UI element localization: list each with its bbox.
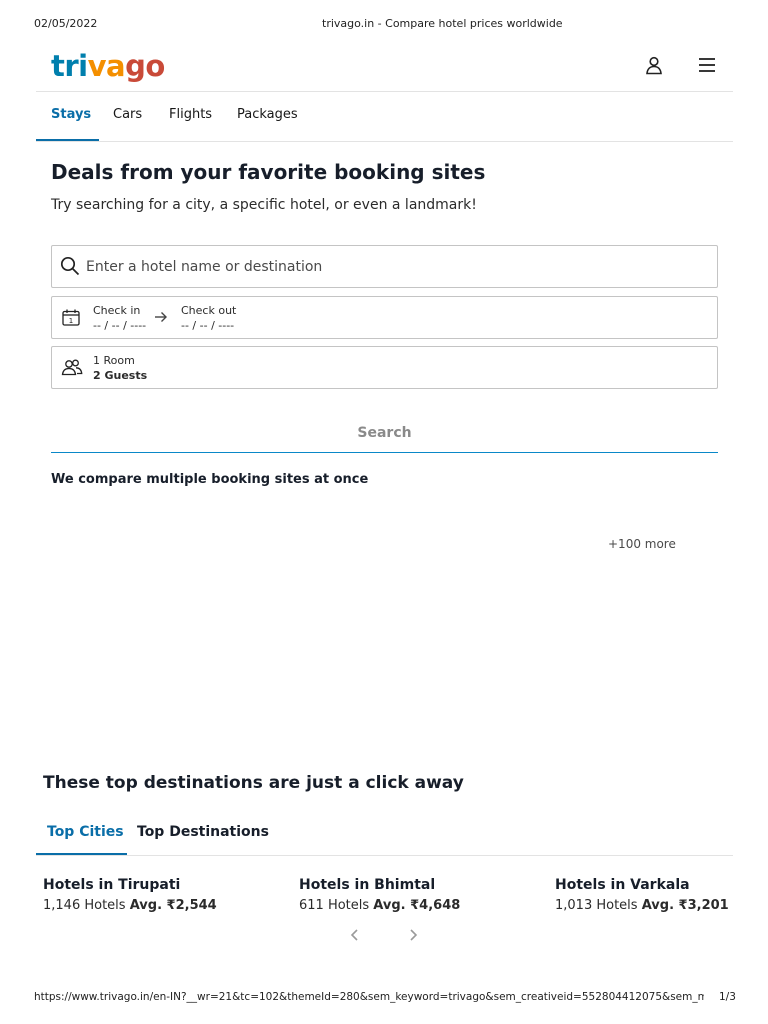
checkout-field[interactable]: Check out -- / -- / ---- bbox=[181, 304, 236, 332]
user-icon[interactable] bbox=[641, 52, 667, 78]
trivago-logo[interactable]: trivago bbox=[51, 48, 165, 84]
tab-flights[interactable]: Flights bbox=[169, 107, 212, 122]
guests-selector[interactable]: 1 Room 2 Guests bbox=[51, 346, 718, 389]
checkin-field[interactable]: Check in -- / -- / ---- bbox=[93, 304, 146, 332]
menu-icon[interactable] bbox=[694, 52, 720, 78]
tab-top-cities[interactable]: Top Cities bbox=[47, 824, 124, 840]
logo-part-va: va bbox=[87, 49, 126, 83]
more-sites-link[interactable]: +100 more bbox=[608, 537, 676, 551]
hotel-count: 1,146 Hotels bbox=[43, 898, 126, 913]
destination-card[interactable]: Hotels in Bhimtal 611 Hotels Avg. ₹4,648 bbox=[299, 877, 460, 913]
rooms-value: 1 Room bbox=[93, 354, 135, 367]
hotel-count: 1,013 Hotels bbox=[555, 898, 638, 913]
chevron-right-icon[interactable] bbox=[407, 926, 419, 947]
header-divider bbox=[36, 91, 733, 92]
print-page-number: 1/3 bbox=[719, 991, 736, 1003]
destination-meta: 611 Hotels Avg. ₹4,648 bbox=[299, 898, 460, 913]
tab-top-destinations[interactable]: Top Destinations bbox=[137, 824, 269, 840]
checkout-value: -- / -- / ---- bbox=[181, 319, 235, 332]
print-date: 02/05/2022 bbox=[34, 17, 98, 30]
destination-card[interactable]: Hotels in Tirupati 1,146 Hotels Avg. ₹2,… bbox=[43, 877, 217, 913]
checkout-label: Check out bbox=[181, 304, 237, 317]
page-title: Deals from your favorite booking sites bbox=[51, 160, 486, 184]
tab-stays[interactable]: Stays bbox=[51, 107, 91, 122]
svg-text:1: 1 bbox=[69, 317, 73, 325]
destination-card[interactable]: Hotels in Varkala 1,013 Hotels Avg. ₹3,2… bbox=[555, 877, 729, 913]
logo-part-go: go bbox=[125, 49, 165, 83]
tab-packages[interactable]: Packages bbox=[237, 107, 298, 122]
checkin-value: -- / -- / ---- bbox=[93, 319, 147, 332]
dates-selector[interactable]: 1 Check in -- / -- / ---- Check out -- /… bbox=[51, 296, 718, 339]
hotel-count: 611 Hotels bbox=[299, 898, 370, 913]
destination-meta: 1,013 Hotels Avg. ₹3,201 bbox=[555, 898, 729, 913]
search-button[interactable]: Search bbox=[51, 414, 718, 453]
avg-price: Avg. ₹2,544 bbox=[129, 898, 217, 913]
rooms-guests-summary: 1 Room 2 Guests bbox=[93, 354, 147, 382]
print-title: trivago.in - Compare hotel prices worldw… bbox=[322, 17, 563, 30]
arrow-right-icon bbox=[154, 309, 168, 328]
print-url: https://www.trivago.in/en-IN?__wr=21&tc=… bbox=[34, 991, 704, 1003]
compare-heading: We compare multiple booking sites at onc… bbox=[51, 472, 369, 487]
destination-meta: 1,146 Hotels Avg. ₹2,544 bbox=[43, 898, 217, 913]
logo-part-tri: tri bbox=[51, 49, 88, 83]
calendar-icon: 1 bbox=[62, 309, 80, 330]
chevron-left-icon[interactable] bbox=[349, 926, 361, 947]
nav-divider bbox=[36, 141, 733, 142]
search-icon bbox=[60, 256, 80, 280]
guests-icon bbox=[61, 359, 83, 380]
avg-price: Avg. ₹4,648 bbox=[373, 898, 461, 913]
page-subtitle: Try searching for a city, a specific hot… bbox=[51, 197, 477, 213]
tab-cars[interactable]: Cars bbox=[113, 107, 142, 122]
search-input[interactable] bbox=[84, 254, 688, 280]
avg-price: Avg. ₹3,201 bbox=[641, 898, 729, 913]
destinations-divider bbox=[36, 855, 733, 856]
destination-title[interactable]: Hotels in Bhimtal bbox=[299, 877, 460, 893]
checkin-label: Check in bbox=[93, 304, 141, 317]
destination-search[interactable] bbox=[51, 245, 718, 288]
destination-title[interactable]: Hotels in Varkala bbox=[555, 877, 729, 893]
guests-value: 2 Guests bbox=[93, 369, 148, 382]
destination-title[interactable]: Hotels in Tirupati bbox=[43, 877, 217, 893]
destinations-heading: These top destinations are just a click … bbox=[43, 773, 464, 793]
